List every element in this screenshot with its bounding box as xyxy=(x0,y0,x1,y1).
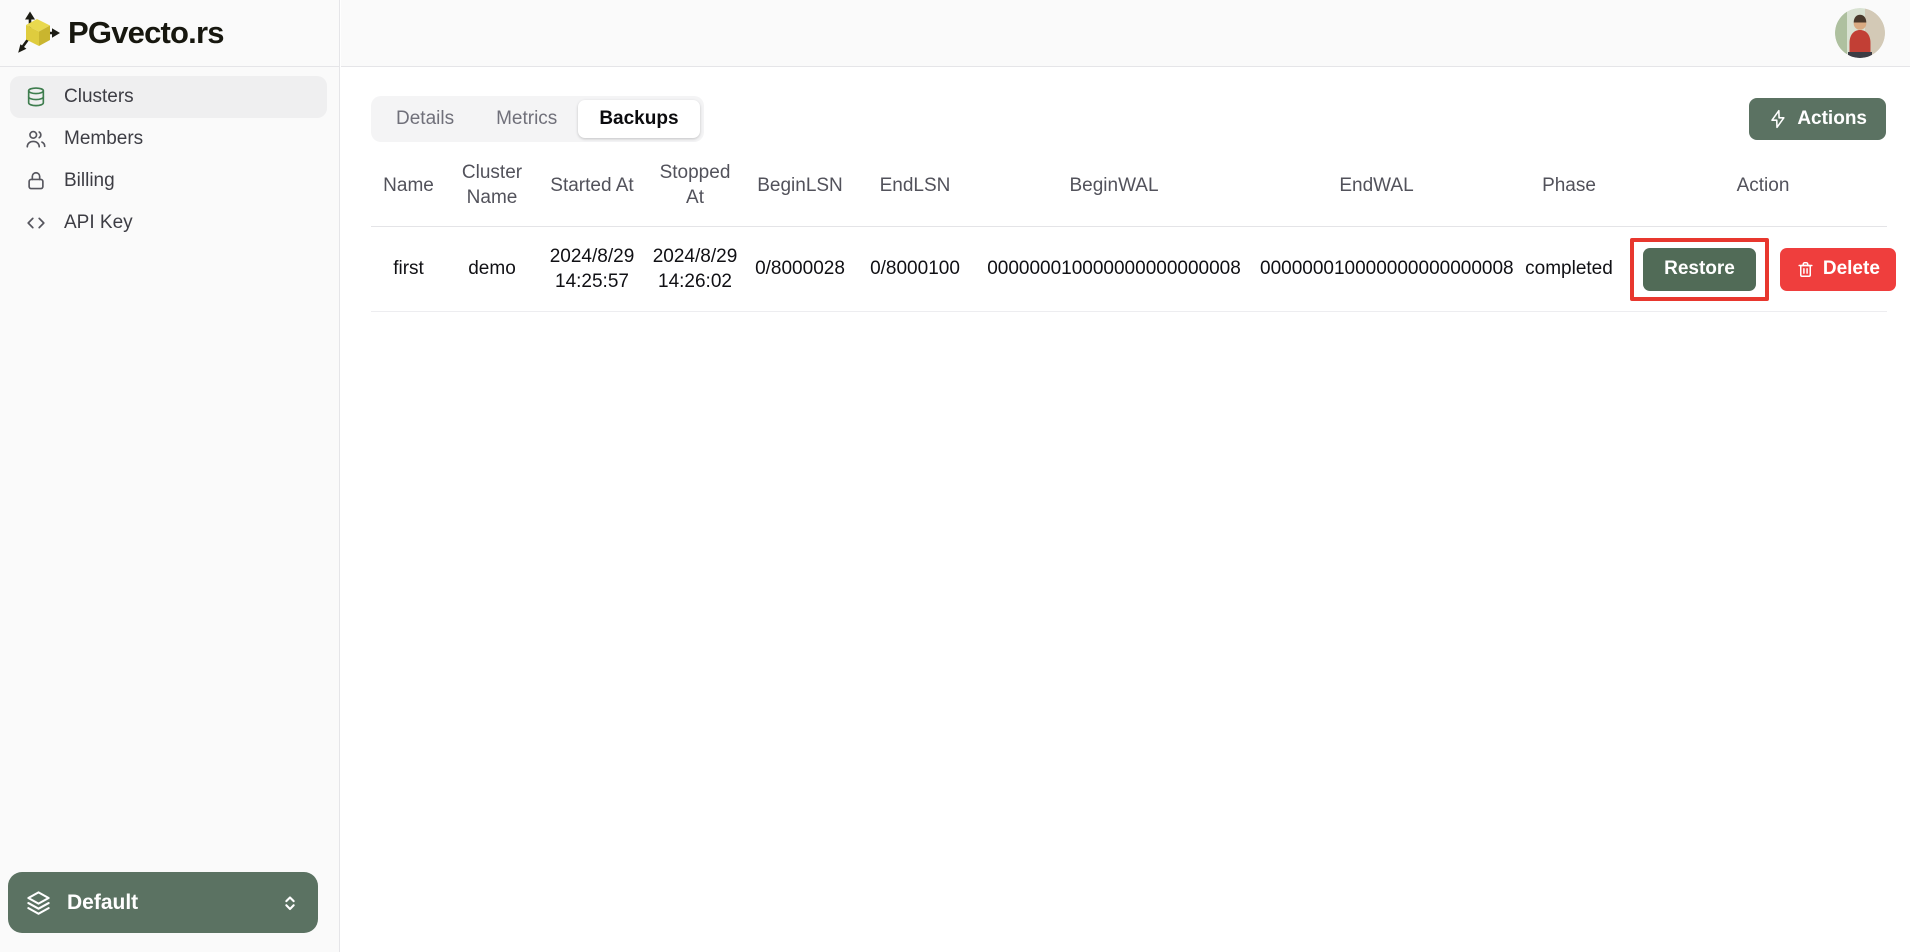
cell-phase: completed xyxy=(1499,227,1639,312)
cell-end-lsn: 0/8000100 xyxy=(856,227,974,312)
brand-name: PGvecto.rs xyxy=(68,15,224,51)
col-stopped-at: Stopped At xyxy=(646,150,744,227)
delete-button-label: Delete xyxy=(1823,258,1880,280)
toolbar: Details Metrics Backups Actions xyxy=(371,96,1886,142)
col-name: Name xyxy=(371,150,446,227)
members-icon xyxy=(25,128,47,150)
sidebar-item-api-key[interactable]: API Key xyxy=(10,202,327,244)
table-header-row: Name Cluster Name Started At Stopped At … xyxy=(371,150,1887,227)
app-window: PGvecto.rs Clusters xyxy=(0,0,1910,952)
started-at-time: 14:25:57 xyxy=(544,269,640,295)
lock-icon xyxy=(25,170,47,192)
stopped-at-time: 14:26:02 xyxy=(652,269,738,295)
table-row: first demo 2024/8/29 14:25:57 2024/8/29 … xyxy=(371,227,1887,312)
code-icon xyxy=(25,212,47,234)
cell-name: first xyxy=(371,227,446,312)
col-end-lsn: EndLSN xyxy=(856,150,974,227)
col-phase: Phase xyxy=(1499,150,1639,227)
trash-icon xyxy=(1796,260,1815,279)
sidebar: PGvecto.rs Clusters xyxy=(0,0,340,952)
brand-logo-icon xyxy=(16,9,62,57)
tab-backups[interactable]: Backups xyxy=(578,100,699,138)
chevrons-up-down-icon xyxy=(279,892,301,914)
sidebar-item-label: Clusters xyxy=(64,86,134,108)
restore-button[interactable]: Restore xyxy=(1643,248,1756,291)
top-header xyxy=(341,0,1910,67)
stopped-at-date: 2024/8/29 xyxy=(652,244,738,270)
col-cluster-name: Cluster Name xyxy=(446,150,538,227)
cell-begin-wal: 000000010000000000000008 xyxy=(974,227,1254,312)
layers-icon xyxy=(25,889,52,916)
sidebar-item-label: API Key xyxy=(64,212,133,234)
tab-bar: Details Metrics Backups xyxy=(371,96,704,142)
actions-button-label: Actions xyxy=(1797,108,1867,130)
cell-end-wal: 000000010000000000000008 xyxy=(1254,227,1499,312)
cell-cluster-name: demo xyxy=(446,227,538,312)
workspace-switcher[interactable]: Default xyxy=(8,872,318,933)
lightning-icon xyxy=(1768,109,1788,129)
sidebar-item-clusters[interactable]: Clusters xyxy=(10,76,327,118)
cell-started-at: 2024/8/29 14:25:57 xyxy=(538,227,646,312)
cell-stopped-at: 2024/8/29 14:26:02 xyxy=(646,227,744,312)
cell-begin-lsn: 0/8000028 xyxy=(744,227,856,312)
delete-button[interactable]: Delete xyxy=(1780,248,1896,291)
user-avatar[interactable] xyxy=(1835,8,1885,58)
sidebar-nav: Clusters Members xyxy=(0,67,339,244)
tab-metrics[interactable]: Metrics xyxy=(475,100,578,138)
actions-button[interactable]: Actions xyxy=(1749,98,1886,140)
col-started-at: Started At xyxy=(538,150,646,227)
workspace-name: Default xyxy=(67,891,279,915)
col-action: Action xyxy=(1639,150,1887,227)
started-at-date: 2024/8/29 xyxy=(544,244,640,270)
sidebar-header: PGvecto.rs xyxy=(0,0,339,67)
sidebar-item-label: Members xyxy=(64,128,143,150)
brand-logo: PGvecto.rs xyxy=(16,9,224,57)
sidebar-item-members[interactable]: Members xyxy=(10,118,327,160)
cell-action: Restore xyxy=(1639,227,1887,312)
sidebar-item-billing[interactable]: Billing xyxy=(10,160,327,202)
main-content: Details Metrics Backups Actions xyxy=(341,68,1910,952)
tab-details[interactable]: Details xyxy=(375,100,475,138)
col-begin-wal: BeginWAL xyxy=(974,150,1254,227)
restore-highlight-annotation: Restore xyxy=(1630,238,1769,301)
database-icon xyxy=(25,86,47,108)
col-begin-lsn: BeginLSN xyxy=(744,150,856,227)
sidebar-item-label: Billing xyxy=(64,170,115,192)
backups-table: Name Cluster Name Started At Stopped At … xyxy=(371,150,1886,312)
col-end-wal: EndWAL xyxy=(1254,150,1499,227)
